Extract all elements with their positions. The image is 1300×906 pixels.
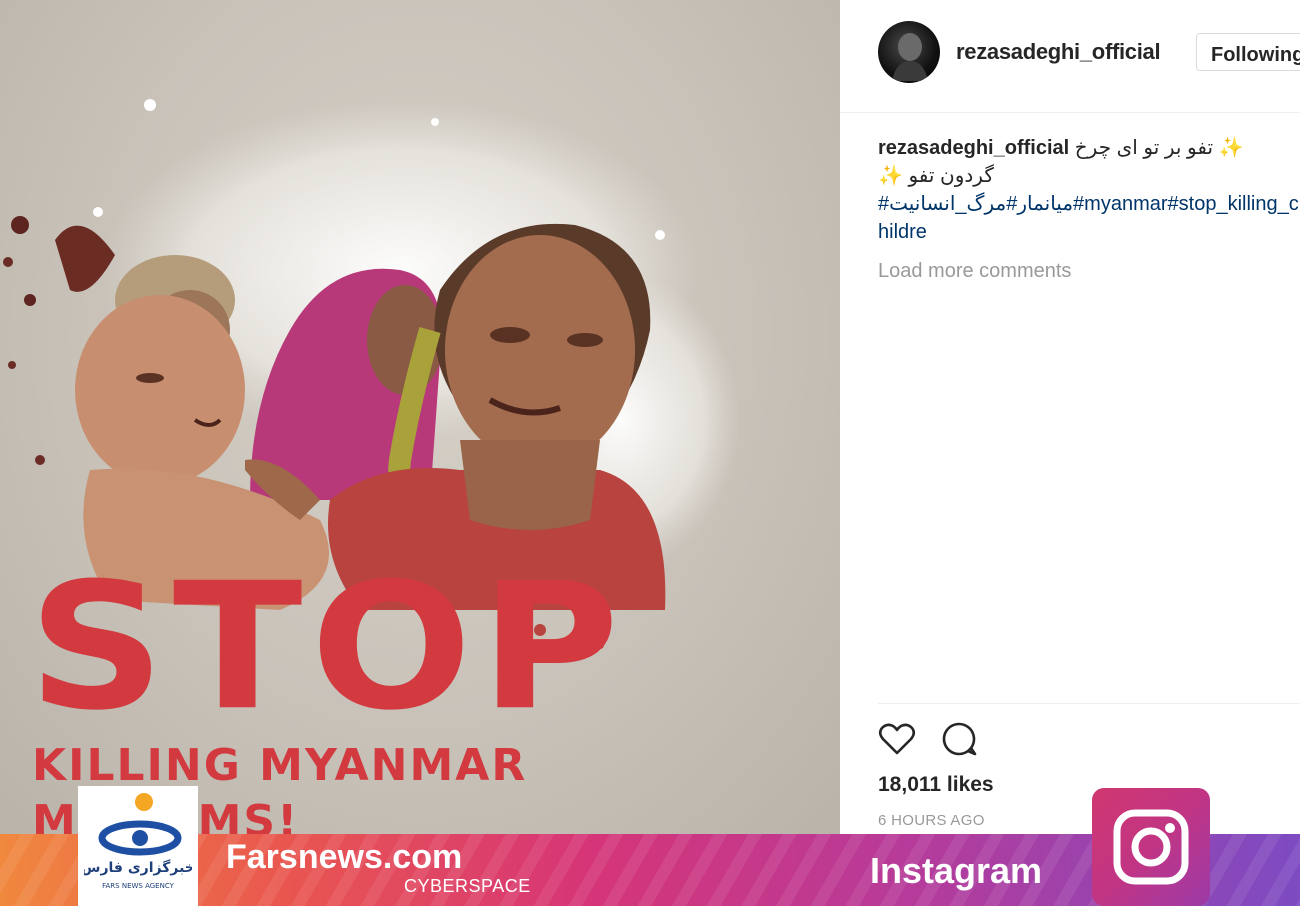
farsnews-site-label: Farsnews.com bbox=[226, 838, 463, 876]
comment-icon[interactable] bbox=[940, 720, 978, 758]
instagram-label: Instagram bbox=[870, 850, 1043, 891]
image-headline: STOP bbox=[28, 545, 628, 749]
profile-photo bbox=[892, 33, 928, 81]
fars-logo-text: خبرگزاری فارس bbox=[84, 859, 192, 876]
load-more-comments-link[interactable]: Load more comments bbox=[878, 260, 1071, 283]
caption-line-1: rezasadeghi_official تفو بر تو ای چرخ ✨ bbox=[878, 134, 1300, 162]
caption-text-2: ✨ گردون تفو bbox=[878, 165, 994, 187]
fars-news-logo: خبرگزاری فارس FARS NEWS AGENCY bbox=[84, 793, 192, 890]
caption-hashtags[interactable]: #میانمار#مرگ_انسانیت#myanmar#stop_killin… bbox=[878, 190, 1300, 246]
caption-line-2: ✨ گردون تفو bbox=[878, 162, 1300, 190]
avatar[interactable] bbox=[878, 21, 940, 83]
post-image[interactable]: STOP KILLING MYANMAR MUSLIMS! bbox=[0, 0, 840, 834]
caption: rezasadeghi_official تفو بر تو ای چرخ ✨ … bbox=[878, 134, 1300, 246]
header-username[interactable]: rezasadeghi_official bbox=[956, 39, 1161, 65]
post-side-panel: rezasadeghi_official Following rezasadeg… bbox=[840, 0, 1300, 834]
heart-icon[interactable] bbox=[878, 720, 916, 758]
actions-divider bbox=[878, 703, 1300, 704]
following-button[interactable]: Following bbox=[1196, 33, 1300, 71]
likes-count[interactable]: 18,011 likes bbox=[878, 773, 994, 797]
caption-text-1: تفو بر تو ای چرخ ✨ bbox=[1074, 137, 1244, 159]
post-header: rezasadeghi_official Following bbox=[840, 0, 1300, 113]
post-timestamp: 6 HOURS AGO bbox=[878, 812, 985, 829]
fars-logo-box: خبرگزاری فارس FARS NEWS AGENCY bbox=[78, 786, 198, 906]
fars-logo-subtext: FARS NEWS AGENCY bbox=[102, 882, 174, 890]
instagram-icon bbox=[1113, 809, 1189, 885]
farsnews-section-label: CYBERSPACE bbox=[404, 876, 531, 896]
instagram-logo-box bbox=[1092, 788, 1210, 906]
caption-username[interactable]: rezasadeghi_official bbox=[878, 137, 1069, 159]
